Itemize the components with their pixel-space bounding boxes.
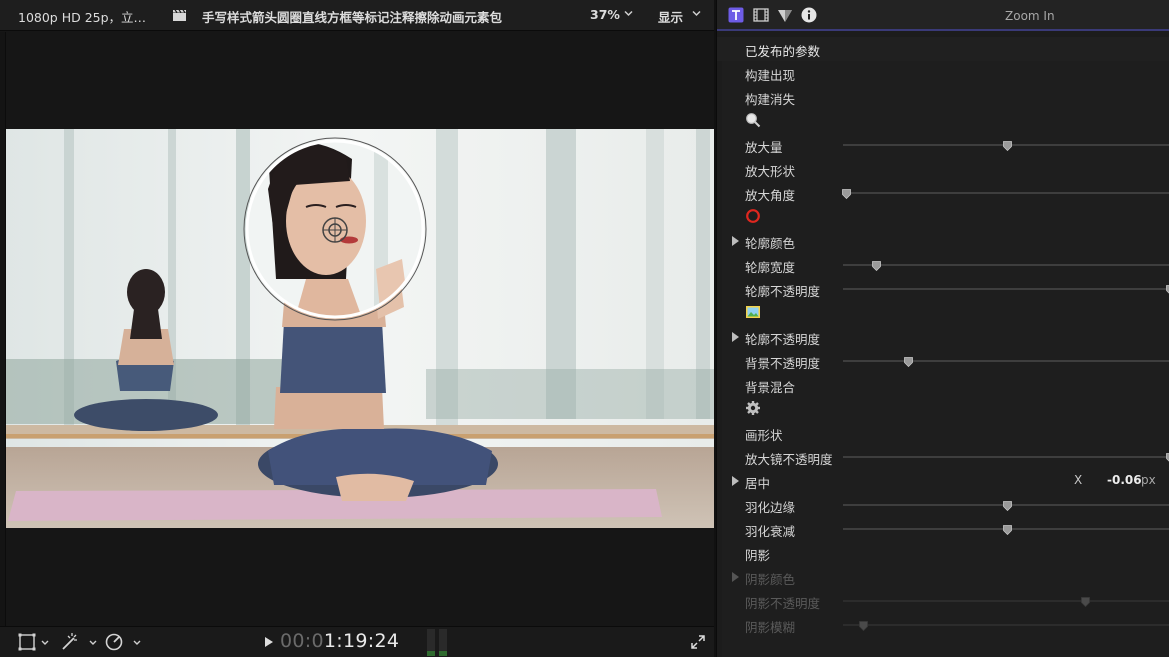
param-slider[interactable] xyxy=(843,141,1169,152)
param-row[interactable]: 轮廓不透明度 xyxy=(722,325,1169,349)
param-slider[interactable] xyxy=(843,453,1169,462)
param-row[interactable]: 阴影 xyxy=(722,541,1169,565)
viewer-footer: 00:01:19:24 xyxy=(0,626,714,657)
param-row xyxy=(722,301,1169,325)
param-label: 阴影 xyxy=(745,548,771,563)
param-label: 羽化边缘 xyxy=(745,500,796,515)
x-value-field[interactable]: -0.06 xyxy=(1107,473,1142,487)
param-label: 轮廓宽度 xyxy=(745,260,796,275)
speed-gauge-icon[interactable] xyxy=(104,632,144,652)
param-label: 轮廓颜色 xyxy=(745,236,796,251)
magic-wand-icon[interactable] xyxy=(60,632,100,652)
disclosure-triangle-icon[interactable] xyxy=(732,332,739,342)
param-label: 羽化衰减 xyxy=(745,524,796,539)
timecode-display[interactable]: 00:01:19:24 xyxy=(280,630,399,652)
slider-knob[interactable] xyxy=(858,620,868,632)
param-label: 放大量 xyxy=(745,140,783,155)
slider-knob[interactable] xyxy=(1002,500,1012,512)
param-row[interactable]: 构建消失 xyxy=(722,85,1169,109)
slider-knob[interactable] xyxy=(1002,524,1012,536)
param-row[interactable]: 背景不透明度 xyxy=(722,349,1169,373)
param-label: 构建消失 xyxy=(745,92,796,107)
param-label: 放大形状 xyxy=(745,164,796,179)
viewer-panel: 1080p HD 25p，立… 手写样式箭头圆圈直线方框等标记注释擦除动画元素包… xyxy=(0,0,714,657)
param-row[interactable]: 轮廓宽度 xyxy=(722,253,1169,277)
inspector-title: Zoom In xyxy=(1005,9,1055,23)
viewer-header: 1080p HD 25p，立… 手写样式箭头圆圈直线方框等标记注释擦除动画元素包… xyxy=(0,0,714,31)
param-slider[interactable] xyxy=(843,621,1169,632)
chevron-down-icon[interactable] xyxy=(624,10,633,17)
published-params-header: 已发布的参数 xyxy=(717,37,1169,61)
transform-tool-icon[interactable] xyxy=(18,632,52,652)
param-row[interactable]: 轮廓不透明度 xyxy=(722,277,1169,301)
title-inspector-icon[interactable] xyxy=(728,7,744,23)
x-axis-label: X xyxy=(1074,473,1083,487)
x-unit-label: px xyxy=(1141,473,1156,487)
param-row[interactable]: 放大形状 xyxy=(722,157,1169,181)
param-row[interactable]: 放大角度 xyxy=(722,181,1169,205)
param-row[interactable]: 阴影不透明度 xyxy=(722,589,1169,613)
param-slider[interactable] xyxy=(842,189,1169,200)
video-inspector-icon[interactable] xyxy=(753,7,769,23)
video-format-menu[interactable]: 1080p HD 25p，立… xyxy=(18,7,146,26)
param-label: 画形状 xyxy=(745,428,783,443)
param-slider[interactable] xyxy=(843,357,1169,368)
display-menu[interactable]: 显示 xyxy=(658,7,683,26)
video-image xyxy=(6,129,714,528)
audio-meter xyxy=(427,629,447,656)
param-slider[interactable] xyxy=(843,261,1169,272)
info-inspector-icon[interactable] xyxy=(801,7,817,23)
video-frame[interactable] xyxy=(6,129,714,528)
param-label: 背景混合 xyxy=(745,380,796,395)
param-row[interactable]: 放大镜不透明度 xyxy=(722,445,1169,469)
slider-knob[interactable] xyxy=(1002,140,1012,152)
param-row xyxy=(722,109,1169,133)
center-target-handle[interactable] xyxy=(322,217,348,243)
param-row[interactable]: 画形状 xyxy=(722,421,1169,445)
param-row[interactable]: 轮廓颜色 xyxy=(722,229,1169,253)
param-label: 居中 xyxy=(745,476,771,491)
chevron-down-icon[interactable] xyxy=(692,10,701,17)
param-row xyxy=(722,205,1169,229)
inspector-header: Zoom In xyxy=(717,0,1169,31)
slider-knob[interactable] xyxy=(904,356,914,368)
param-label: 构建出现 xyxy=(745,68,796,83)
fullscreen-icon[interactable] xyxy=(691,635,705,649)
param-label: 轮廓不透明度 xyxy=(745,332,821,347)
param-row[interactable]: 背景混合 xyxy=(722,373,1169,397)
published-params-title: 已发布的参数 xyxy=(745,44,821,59)
param-label: 阴影不透明度 xyxy=(745,596,821,611)
parameter-list: 构建出现构建消失放大量放大形状放大角度轮廓颜色轮廓宽度轮廓不透明度 轮廓不透明度背… xyxy=(722,61,1169,657)
clapperboard-icon xyxy=(173,9,186,21)
param-row[interactable]: 居中 X -0.06 px xyxy=(722,469,1169,493)
param-label: 阴影颜色 xyxy=(745,572,796,587)
param-label: 轮廓不透明度 xyxy=(745,284,821,299)
param-label: 放大角度 xyxy=(745,188,796,203)
param-row[interactable]: 构建出现 xyxy=(722,61,1169,85)
zoom-level-menu[interactable]: 37% xyxy=(590,7,620,22)
slider-knob[interactable] xyxy=(1081,596,1090,608)
disclosure-triangle-icon[interactable] xyxy=(732,476,739,486)
param-row xyxy=(722,397,1169,421)
param-row[interactable]: 羽化衰减 xyxy=(722,517,1169,541)
param-slider[interactable] xyxy=(843,597,1169,608)
param-label: 阴影模糊 xyxy=(745,620,796,635)
param-label: 背景不透明度 xyxy=(745,356,821,371)
param-slider[interactable] xyxy=(843,285,1169,294)
play-icon[interactable] xyxy=(264,636,274,648)
param-row[interactable]: 放大量 xyxy=(722,133,1169,157)
param-row[interactable]: 羽化边缘 xyxy=(722,493,1169,517)
slider-knob[interactable] xyxy=(842,188,852,200)
project-title: 手写样式箭头圆圈直线方框等标记注释擦除动画元素包 xyxy=(202,10,503,25)
param-label: 放大镜不透明度 xyxy=(745,452,833,467)
param-slider[interactable] xyxy=(843,525,1169,536)
param-row[interactable]: 阴影颜色 xyxy=(722,565,1169,589)
param-slider[interactable] xyxy=(843,501,1169,512)
color-inspector-icon[interactable] xyxy=(777,7,793,23)
disclosure-triangle-icon[interactable] xyxy=(732,236,739,246)
inspector-panel: Zoom In 已发布的参数 构建出现构建消失放大量放大形状放大角度轮廓颜色轮廓… xyxy=(716,0,1169,657)
slider-knob[interactable] xyxy=(871,260,881,272)
disclosure-triangle-icon[interactable] xyxy=(732,572,739,582)
param-row[interactable]: 阴影模糊 xyxy=(722,613,1169,637)
